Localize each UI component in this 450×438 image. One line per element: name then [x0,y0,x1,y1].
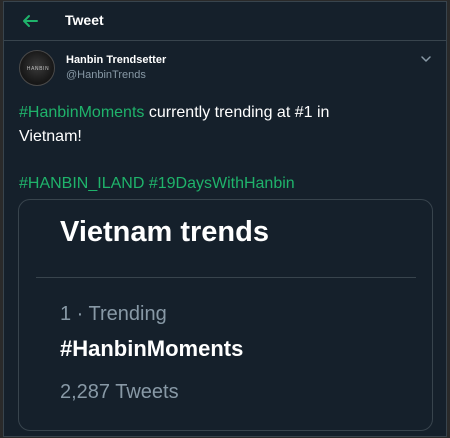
page-title: Tweet [65,12,104,28]
tweet-text-line2: Vietnam! [19,128,82,145]
top-bar: Tweet [4,2,446,41]
media-card[interactable]: Vietnam trends 1 · Trending #HanbinMomen… [18,199,433,431]
avatar-logo: HANBIN [26,66,50,72]
tweet-body: #HanbinMoments currently trending at #1 … [19,101,429,149]
tweet-hashtags[interactable]: #HANBIN_ILAND #19DaysWithHanbin [19,172,295,196]
more-options-button[interactable] [418,52,434,66]
trend-hashtag: #HanbinMoments [60,336,244,361]
back-button[interactable] [18,9,42,33]
card-title: Vietnam trends [60,216,269,248]
avatar[interactable]: HANBIN [19,50,55,86]
chevron-down-icon [421,56,431,62]
tweet-window: Tweet HANBIN Hanbin Trendsetter @HanbinT… [3,1,447,437]
tweet-text-line1: currently trending at #1 in [144,104,330,121]
trend-screenshot: Vietnam trends 1 · Trending #HanbinMomen… [36,200,416,430]
author-handle[interactable]: @HanbinTrends [66,69,146,81]
trend-rank-label: 1 · Trending [60,303,167,325]
hashtag-link[interactable]: #HanbinMoments [19,104,144,121]
divider [36,277,416,278]
author-display-name[interactable]: Hanbin Trendsetter [66,54,166,66]
arrow-left-icon [23,15,38,27]
trend-tweet-count: 2,287 Tweets [60,381,179,403]
